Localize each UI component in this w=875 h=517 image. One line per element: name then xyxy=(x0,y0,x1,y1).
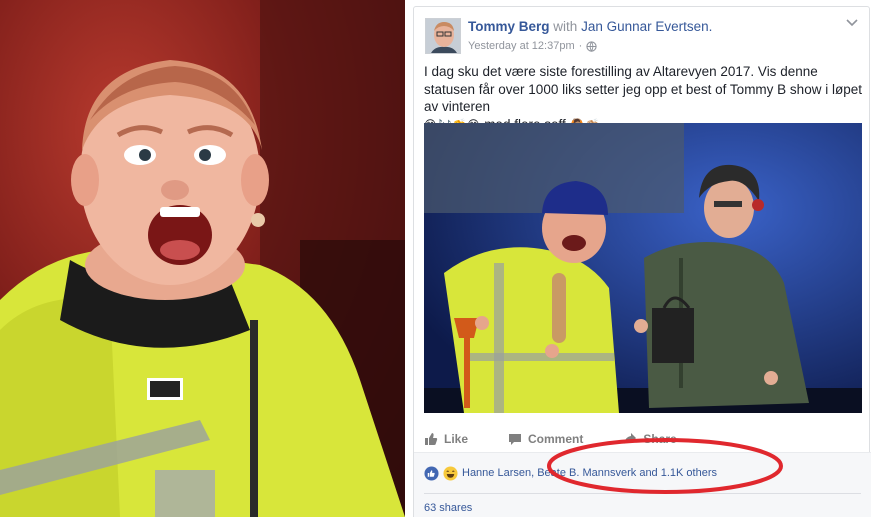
author-name-link[interactable]: Tommy Berg xyxy=(468,19,550,34)
stage-scene-illustration xyxy=(424,123,862,413)
comment-button[interactable]: Comment xyxy=(508,432,583,446)
globe-icon[interactable] xyxy=(586,40,597,52)
performer-illustration xyxy=(0,0,405,517)
shares-count-link[interactable]: 63 shares xyxy=(424,502,472,514)
tagged-user-link[interactable]: Jan Gunnar Evertsen. xyxy=(581,19,712,34)
like-label: Like xyxy=(444,432,469,446)
facebook-post-card: Tommy Berg with Jan Gunnar Evertsen. Yes… xyxy=(413,6,871,517)
performer-photo xyxy=(0,0,405,517)
post-meta: Yesterday at 12:37pm · xyxy=(468,40,597,52)
thumbs-up-icon xyxy=(425,433,438,445)
comment-label: Comment xyxy=(528,432,584,446)
reactions-section: Hanne Larsen, Beate B. Mannsverk and 1.1… xyxy=(414,453,871,517)
post-timestamp-link[interactable]: Yesterday at 12:37pm xyxy=(468,40,575,52)
author-avatar[interactable] xyxy=(425,18,461,54)
post-header: Tommy Berg with Jan Gunnar Evertsen. xyxy=(468,19,712,34)
share-button[interactable]: Share xyxy=(623,432,677,446)
post-photo[interactable] xyxy=(424,123,862,413)
post-action-bar: Like Comment Share xyxy=(424,425,862,453)
share-label: Share xyxy=(643,432,677,446)
chevron-down-icon[interactable] xyxy=(845,17,859,27)
avatar-image xyxy=(426,19,460,53)
comment-icon xyxy=(509,434,522,445)
like-reaction-icon xyxy=(424,465,439,481)
post-text: I dag sku det være siste forestilling av… xyxy=(424,64,862,114)
like-button[interactable]: Like xyxy=(424,432,468,446)
reaction-summary[interactable]: Hanne Larsen, Beate B. Mannsverk and 1.1… xyxy=(424,464,717,482)
haha-reaction-icon xyxy=(443,465,458,481)
share-arrow-icon xyxy=(624,433,637,444)
meta-separator: · xyxy=(578,40,583,52)
with-label: with xyxy=(553,19,578,34)
reaction-divider xyxy=(424,493,861,494)
reaction-names-link[interactable]: Hanne Larsen, Beate B. Mannsverk and 1.1… xyxy=(462,467,717,479)
